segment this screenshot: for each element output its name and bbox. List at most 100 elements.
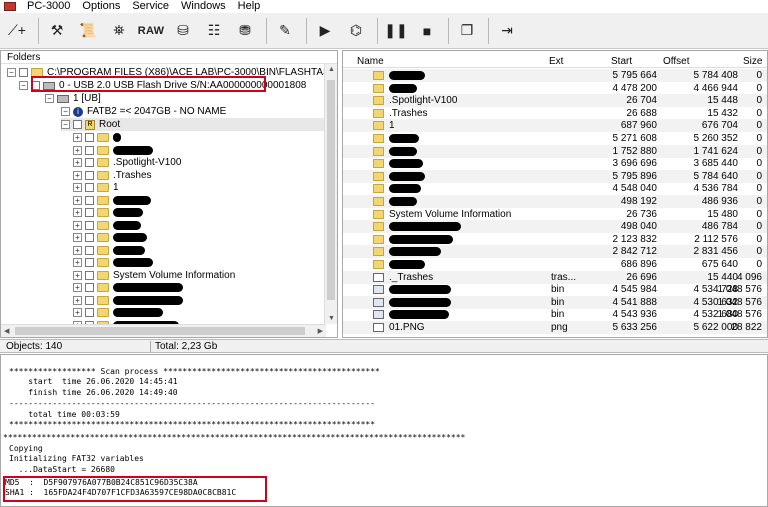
file-row[interactable]: 5 795 896 5 784 640 0 bbox=[343, 169, 767, 183]
checkbox[interactable] bbox=[73, 120, 82, 129]
column-start[interactable]: Start bbox=[611, 56, 632, 68]
tree-folder-item[interactable]: +1 bbox=[73, 181, 119, 194]
expand-icon[interactable]: + bbox=[73, 183, 82, 192]
tree-folder-item[interactable]: + .Trashes bbox=[73, 169, 152, 182]
scroll-thumb[interactable] bbox=[327, 80, 335, 300]
tree-folder-item[interactable]: + System Volume Information bbox=[73, 269, 235, 282]
expand-icon[interactable]: + bbox=[73, 170, 82, 180]
tree-folder-item[interactable]: + bbox=[73, 294, 183, 307]
expand-icon[interactable]: + bbox=[73, 133, 82, 142]
file-row[interactable]: System Volume Information 26 736 15 480 0 bbox=[343, 208, 767, 221]
checkbox[interactable] bbox=[85, 183, 94, 192]
pause-icon[interactable]: ❚❚ bbox=[382, 17, 410, 45]
file-row[interactable]: 2 842 712 2 831 456 0 bbox=[343, 245, 767, 259]
expand-icon[interactable]: + bbox=[73, 220, 82, 230]
edit-icon[interactable]: ✎ bbox=[271, 17, 299, 45]
tree-folder-item[interactable]: + bbox=[73, 306, 163, 319]
tree-folder-item[interactable]: + bbox=[73, 144, 153, 157]
file-row[interactable]: ._Trashes tras... 26 696 15 440 4 096 bbox=[343, 270, 767, 284]
expand-icon[interactable]: + bbox=[73, 270, 82, 280]
tree-root[interactable]: − R Root bbox=[61, 118, 325, 131]
stop-icon[interactable]: ■ bbox=[413, 17, 441, 45]
expand-icon[interactable]: + bbox=[73, 283, 82, 292]
checkbox[interactable] bbox=[85, 233, 94, 242]
tree-folder-item[interactable]: + bbox=[73, 244, 145, 257]
folders-vertical-scrollbar[interactable]: ▲ ▼ bbox=[324, 64, 337, 324]
file-row[interactable]: 2 123 832 2 112 576 0 bbox=[343, 233, 767, 246]
checkbox[interactable] bbox=[85, 145, 94, 155]
checkbox[interactable] bbox=[19, 68, 28, 77]
file-row[interactable]: bin 4 543 936 4 532 680 1 048 576 bbox=[343, 308, 767, 321]
checkbox[interactable] bbox=[85, 245, 94, 255]
column-ext[interactable]: Ext bbox=[549, 56, 563, 68]
exit-icon[interactable]: ⇥ bbox=[493, 17, 521, 45]
tree-folder-item[interactable]: + bbox=[73, 281, 183, 294]
collapse-icon[interactable]: − bbox=[7, 68, 16, 77]
tree-volume[interactable]: − i FATB2 =< 2047GB - NO NAME bbox=[61, 105, 226, 118]
checkbox[interactable] bbox=[85, 195, 94, 205]
collapse-icon[interactable]: − bbox=[61, 107, 70, 116]
checkbox[interactable] bbox=[85, 308, 94, 317]
windows-icon[interactable]: ❐ bbox=[453, 17, 481, 45]
menu-windows[interactable]: Windows bbox=[175, 0, 232, 12]
tree-folder-item[interactable]: + bbox=[73, 256, 153, 269]
play-icon[interactable]: ▶ bbox=[311, 17, 339, 45]
scroll-icon[interactable]: 📜 bbox=[74, 17, 102, 45]
structure-icon[interactable]: ☷ bbox=[200, 17, 228, 45]
tree-folder-item[interactable]: + .Spotlight-V100 bbox=[73, 156, 181, 169]
column-size[interactable]: Size bbox=[743, 56, 762, 68]
expand-icon[interactable]: + bbox=[73, 308, 82, 317]
file-row[interactable]: .Spotlight-V100 26 704 15 448 0 bbox=[343, 94, 767, 108]
tree-folder-item[interactable]: + bbox=[73, 231, 147, 244]
file-row[interactable]: 01.PNG png 5 633 256 5 622 000 28 822 bbox=[343, 321, 767, 334]
file-row[interactable]: 1 687 960 676 704 0 bbox=[343, 119, 767, 133]
file-row[interactable]: 5 271 608 5 260 352 0 bbox=[343, 132, 767, 145]
checkbox[interactable] bbox=[85, 170, 94, 180]
expand-icon[interactable]: + bbox=[73, 245, 82, 255]
collapse-icon[interactable]: − bbox=[61, 120, 70, 129]
checkbox[interactable] bbox=[85, 158, 94, 167]
binoculars-icon[interactable]: ⛯ bbox=[105, 17, 133, 45]
collapse-icon[interactable]: − bbox=[45, 94, 54, 103]
menu-help[interactable]: Help bbox=[232, 0, 267, 12]
expand-icon[interactable]: + bbox=[73, 233, 82, 242]
tree-folder-item[interactable]: + bbox=[73, 219, 141, 232]
file-row[interactable]: 1 752 880 1 741 624 0 bbox=[343, 144, 767, 158]
collapse-icon[interactable]: − bbox=[19, 81, 28, 90]
expand-icon[interactable]: + bbox=[73, 145, 82, 155]
scroll-left-icon[interactable]: ◀ bbox=[4, 327, 9, 335]
disk-icon[interactable]: ⛁ bbox=[169, 17, 197, 45]
scroll-thumb[interactable] bbox=[15, 327, 305, 335]
file-row[interactable]: 686 896 675 640 0 bbox=[343, 258, 767, 271]
connect-icon[interactable]: ⟋+ bbox=[3, 17, 31, 45]
menu-service[interactable]: Service bbox=[126, 0, 175, 12]
copy-structure-icon[interactable]: ⛃ bbox=[231, 17, 259, 45]
checkbox[interactable] bbox=[85, 283, 94, 292]
file-row[interactable]: 498 192 486 936 0 bbox=[343, 195, 767, 208]
scroll-right-icon[interactable]: ▶ bbox=[318, 327, 323, 335]
checkbox[interactable] bbox=[85, 208, 94, 217]
checkbox[interactable] bbox=[85, 270, 94, 280]
expand-icon[interactable]: + bbox=[73, 258, 82, 267]
tree-folder-item[interactable]: + bbox=[73, 206, 143, 219]
checkbox[interactable] bbox=[85, 258, 94, 267]
column-offset[interactable]: Offset bbox=[663, 56, 690, 68]
tools-icon[interactable]: ⚒ bbox=[43, 17, 71, 45]
scroll-up-icon[interactable]: ▲ bbox=[328, 66, 335, 73]
column-name[interactable]: Name bbox=[357, 56, 384, 68]
file-row[interactable]: 4 548 040 4 536 784 0 bbox=[343, 182, 767, 195]
checkbox[interactable] bbox=[85, 295, 94, 305]
file-row[interactable]: bin 4 545 984 4 534 728 1 048 576 bbox=[343, 283, 767, 296]
tree-partition-slot[interactable]: − 1 [UB] bbox=[45, 92, 101, 105]
expand-icon[interactable]: + bbox=[73, 158, 82, 167]
file-row[interactable]: 498 040 486 784 0 bbox=[343, 220, 767, 234]
tree-folder-item[interactable]: + bbox=[73, 131, 121, 144]
expand-icon[interactable]: + bbox=[73, 208, 82, 217]
menu-pc3000[interactable]: PC-3000 bbox=[21, 0, 76, 12]
file-row[interactable]: bin 4 541 888 4 530 632 1 048 576 bbox=[343, 295, 767, 309]
network-icon[interactable]: ⌬ bbox=[342, 17, 370, 45]
tree-folder-item[interactable]: + bbox=[73, 194, 151, 207]
expand-icon[interactable]: + bbox=[73, 295, 82, 305]
checkbox[interactable] bbox=[85, 220, 94, 230]
file-row[interactable]: 5 795 664 5 784 408 0 bbox=[343, 69, 767, 82]
